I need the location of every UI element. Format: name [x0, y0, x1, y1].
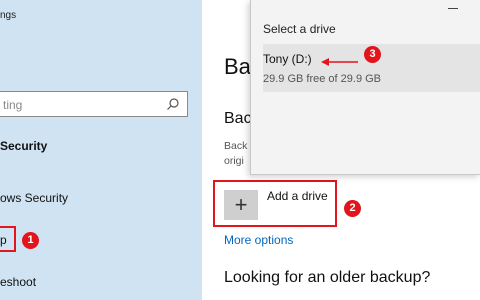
more-options-link[interactable]: More options: [224, 233, 293, 247]
settings-sidebar: ngs ting Security ows Security p eshoot …: [0, 0, 202, 300]
window-title: ngs: [0, 10, 17, 21]
drive-name: Tony (D:): [263, 52, 312, 66]
search-icon[interactable]: [166, 97, 180, 111]
highlight-box-backup: [0, 226, 16, 252]
popup-title: Select a drive: [263, 22, 336, 36]
sidebar-item-update-security[interactable]: Security: [0, 139, 47, 153]
step-badge-2: 2: [344, 200, 361, 217]
search-placeholder: ting: [3, 98, 23, 112]
sidebar-item-windows-security[interactable]: ows Security: [0, 191, 68, 205]
step-badge-3: 3: [364, 46, 381, 63]
select-drive-popup: Select a drive Tony (D:) 29.9 GB free of…: [250, 0, 480, 175]
add-drive-button[interactable]: +: [224, 190, 258, 220]
minimize-icon[interactable]: [448, 8, 458, 9]
step-badge-1: 1: [22, 232, 39, 249]
add-drive-label[interactable]: Add a drive: [267, 189, 328, 203]
drive-free-space: 29.9 GB free of 29.9 GB: [263, 73, 382, 85]
older-backup-heading: Looking for an older backup?: [224, 269, 431, 286]
search-input[interactable]: ting: [0, 91, 188, 117]
section-description: Back origi: [224, 140, 248, 167]
pointer-arrow-icon: [321, 58, 358, 66]
sidebar-item-troubleshoot[interactable]: eshoot: [0, 275, 36, 289]
